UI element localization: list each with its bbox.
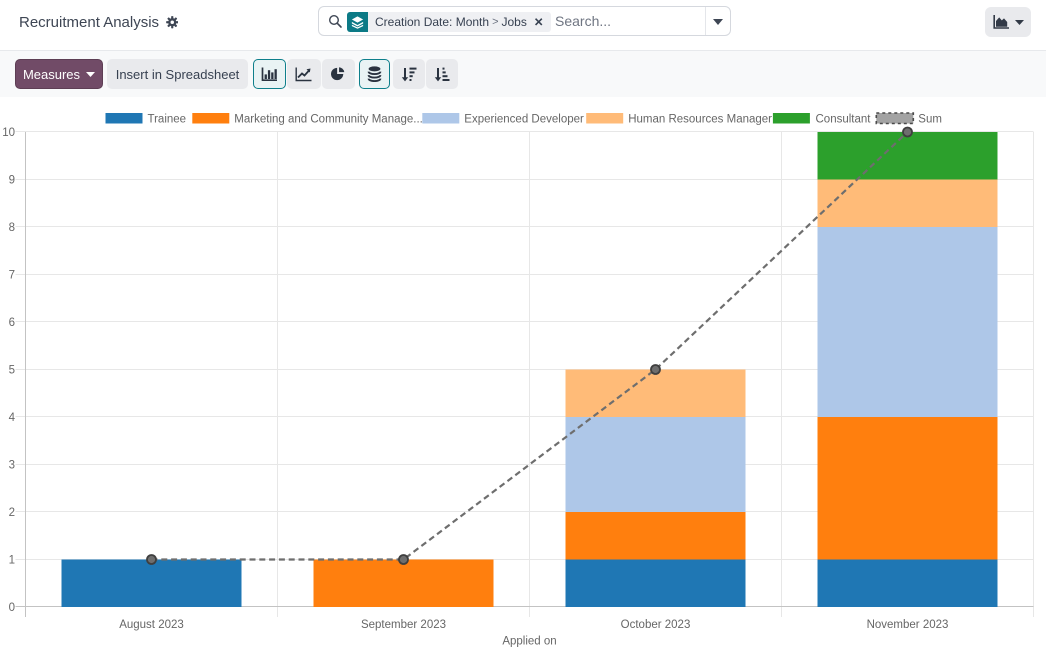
svg-text:Sum: Sum [918,114,942,126]
svg-text:0: 0 [9,602,15,614]
svg-text:3: 3 [9,460,15,472]
svg-text:Marketing and Community Manage: Marketing and Community Manage... [234,114,423,126]
svg-text:5: 5 [9,365,15,377]
svg-text:10: 10 [2,127,15,139]
svg-text:7: 7 [9,270,15,282]
svg-text:October 2023: October 2023 [621,619,691,631]
svg-text:August 2023: August 2023 [119,619,184,631]
svg-text:Trainee: Trainee [148,114,187,126]
svg-text:Consultant: Consultant [816,114,872,126]
svg-text:Experienced Developer: Experienced Developer [464,114,584,126]
svg-text:Applied on: Applied on [502,636,556,648]
svg-text:2: 2 [9,507,15,519]
svg-text:November 2023: November 2023 [867,619,949,631]
svg-text:8: 8 [9,222,15,234]
svg-text:9: 9 [9,175,15,187]
svg-text:1: 1 [9,555,15,567]
svg-text:September 2023: September 2023 [361,619,446,631]
svg-text:6: 6 [9,317,15,329]
svg-text:Human Resources Manager: Human Resources Manager [628,114,772,126]
svg-text:4: 4 [9,412,16,424]
